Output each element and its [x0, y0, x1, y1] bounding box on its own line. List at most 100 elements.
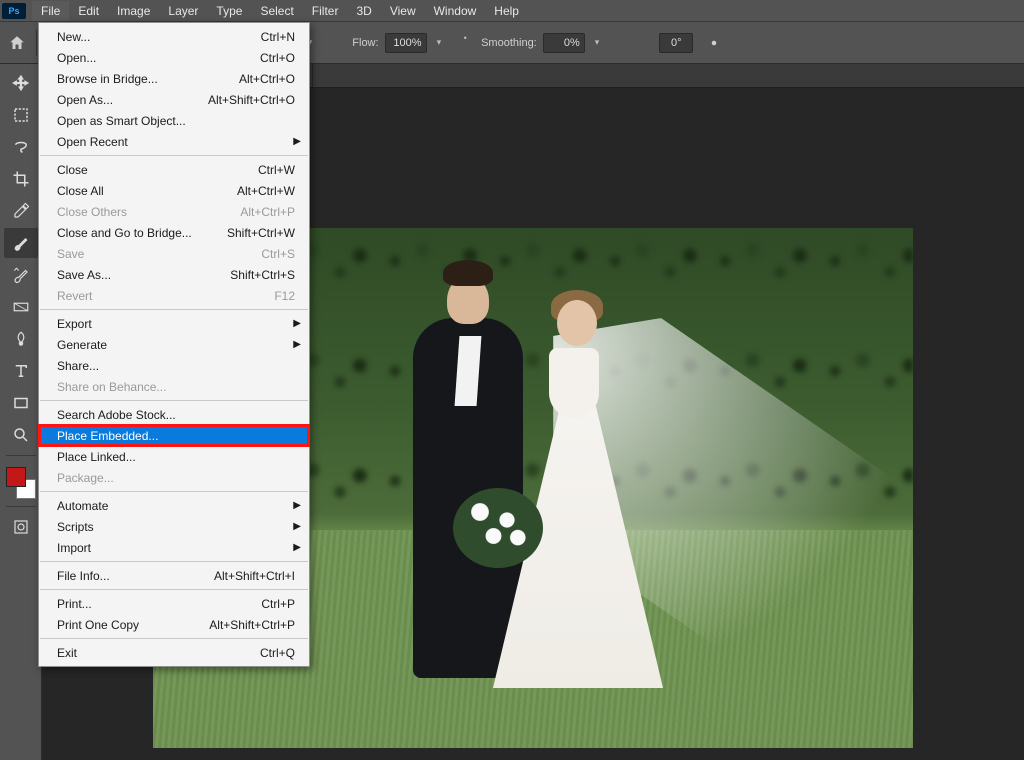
move-tool[interactable] — [4, 68, 38, 98]
smudge-tool[interactable] — [4, 324, 38, 354]
color-swatches[interactable] — [4, 465, 38, 501]
zoom-tool[interactable] — [4, 420, 38, 450]
menu-item-shortcut: Ctrl+W — [258, 163, 295, 177]
menu-item-open-as[interactable]: Open As...Alt+Shift+Ctrl+O — [39, 89, 309, 110]
menu-item-new[interactable]: New... Ctrl+N — [39, 26, 309, 47]
menu-item-generate[interactable]: Generate▶ — [39, 334, 309, 355]
menu-item-save: SaveCtrl+S — [39, 243, 309, 264]
menu-item-open-as-smart-object[interactable]: Open as Smart Object... — [39, 110, 309, 131]
menu-item-label: Export — [57, 317, 92, 331]
smoothing-gear-icon[interactable] — [611, 34, 629, 52]
history-brush-tool[interactable] — [4, 260, 38, 290]
menu-item-file-info[interactable]: File Info...Alt+Shift+Ctrl+I — [39, 565, 309, 586]
menu-item-label: Import — [57, 541, 91, 555]
menu-item-label: Share... — [57, 359, 99, 373]
menu-item-search-adobe-stock[interactable]: Search Adobe Stock... — [39, 404, 309, 425]
menu-item-label: Exit — [57, 646, 77, 660]
menu-3d[interactable]: 3D — [347, 1, 380, 21]
symmetry-icon[interactable] — [731, 34, 749, 52]
rectangle-tool[interactable] — [4, 388, 38, 418]
menu-item-label: Browse in Bridge... — [57, 72, 158, 86]
lasso-tool[interactable] — [4, 132, 38, 162]
menu-item-label: Save As... — [57, 268, 111, 282]
menu-separator — [40, 155, 308, 156]
menu-separator — [40, 491, 308, 492]
menu-layer[interactable]: Layer — [159, 1, 207, 21]
quick-mask-tool[interactable] — [4, 512, 38, 542]
menu-separator — [40, 400, 308, 401]
pressure-opacity-icon[interactable] — [322, 34, 340, 52]
menu-item-shortcut: Ctrl+N — [261, 30, 295, 44]
menu-item-place-linked[interactable]: Place Linked... — [39, 446, 309, 467]
flow-field[interactable]: 100% — [385, 33, 427, 53]
smoothing-field[interactable]: 0% — [543, 33, 585, 53]
toolbox-separator — [6, 455, 36, 456]
submenu-arrow-icon: ▶ — [293, 542, 301, 553]
brush-tool[interactable] — [4, 228, 38, 258]
menu-item-revert: RevertF12 — [39, 285, 309, 306]
menu-separator — [40, 589, 308, 590]
menu-item-place-embedded[interactable]: Place Embedded... — [39, 425, 309, 446]
menu-item-shortcut: Alt+Shift+Ctrl+I — [214, 569, 295, 583]
menu-separator — [40, 309, 308, 310]
smoothing-chev-icon[interactable]: ▾ — [591, 37, 604, 48]
menu-item-save-as[interactable]: Save As...Shift+Ctrl+S — [39, 264, 309, 285]
menu-filter[interactable]: Filter — [303, 1, 348, 21]
menu-item-browse-in-bridge[interactable]: Browse in Bridge... Alt+Ctrl+O — [39, 68, 309, 89]
foreground-color-swatch[interactable] — [6, 467, 26, 487]
menu-item-label: New... — [57, 30, 90, 44]
airbrush-icon[interactable] — [451, 34, 469, 52]
menu-item-import[interactable]: Import ▶ — [39, 537, 309, 558]
gradient-tool[interactable] — [4, 292, 38, 322]
menu-image[interactable]: Image — [108, 1, 159, 21]
crop-tool[interactable] — [4, 164, 38, 194]
menu-view[interactable]: View — [381, 1, 425, 21]
menu-item-label: Open Recent — [57, 135, 128, 149]
menu-edit[interactable]: Edit — [69, 1, 108, 21]
marquee-tool[interactable] — [4, 100, 38, 130]
home-icon[interactable] — [8, 34, 26, 52]
eyedropper-tool[interactable] — [4, 196, 38, 226]
flow-label: Flow: — [352, 37, 378, 49]
menu-type[interactable]: Type — [207, 1, 251, 21]
menu-item-close-all[interactable]: Close AllAlt+Ctrl+W — [39, 180, 309, 201]
menu-item-shortcut: Alt+Shift+Ctrl+O — [208, 93, 295, 107]
angle-icon[interactable] — [635, 34, 653, 52]
menu-item-open[interactable]: Open... Ctrl+O — [39, 47, 309, 68]
menu-item-close-and-go-to-bridge[interactable]: Close and Go to Bridge... Shift+Ctrl+W — [39, 222, 309, 243]
menu-item-print[interactable]: Print... Ctrl+P — [39, 593, 309, 614]
menu-item-label: Search Adobe Stock... — [57, 408, 176, 422]
menu-file[interactable]: File — [32, 1, 69, 21]
menu-select[interactable]: Select — [251, 1, 302, 21]
menu-item-label: Place Embedded... — [57, 429, 158, 443]
menu-item-close[interactable]: CloseCtrl+W — [39, 159, 309, 180]
menu-item-close-others: Close OthersAlt+Ctrl+P — [39, 201, 309, 222]
menu-item-label: Package... — [57, 471, 114, 485]
angle-field[interactable]: 0° — [659, 33, 693, 53]
menu-item-shortcut: Ctrl+P — [261, 597, 295, 611]
menu-item-shortcut: F12 — [274, 289, 295, 303]
menu-item-scripts[interactable]: Scripts▶ — [39, 516, 309, 537]
menu-item-shortcut: Ctrl+O — [260, 51, 295, 65]
file-menu-dropdown: New... Ctrl+N Open... Ctrl+O Browse in Bridg… — [38, 22, 310, 667]
menu-item-export[interactable]: Export▶ — [39, 313, 309, 334]
pressure-size-icon[interactable] — [705, 34, 723, 52]
menu-item-shortcut: Ctrl+S — [261, 247, 295, 261]
menu-item-share[interactable]: Share... — [39, 355, 309, 376]
submenu-arrow-icon: ▶ — [293, 500, 301, 511]
menu-item-open-recent[interactable]: Open Recent▶ — [39, 131, 309, 152]
menu-item-label: Close and Go to Bridge... — [57, 226, 192, 240]
menu-item-automate[interactable]: Automate▶ — [39, 495, 309, 516]
menu-item-shortcut: Shift+Ctrl+W — [227, 226, 295, 240]
menu-item-label: Open... — [57, 51, 96, 65]
menu-separator — [40, 638, 308, 639]
menu-item-shortcut: Alt+Ctrl+O — [239, 72, 295, 86]
menu-item-print-one-copy[interactable]: Print One CopyAlt+Shift+Ctrl+P — [39, 614, 309, 635]
menu-item-label: Print One Copy — [57, 618, 139, 632]
menu-window[interactable]: Window — [425, 1, 486, 21]
type-tool[interactable] — [4, 356, 38, 386]
flow-chev-icon[interactable]: ▾ — [433, 37, 446, 48]
menu-item-exit[interactable]: ExitCtrl+Q — [39, 642, 309, 663]
menu-item-label: Print... — [57, 597, 92, 611]
menu-help[interactable]: Help — [485, 1, 528, 21]
